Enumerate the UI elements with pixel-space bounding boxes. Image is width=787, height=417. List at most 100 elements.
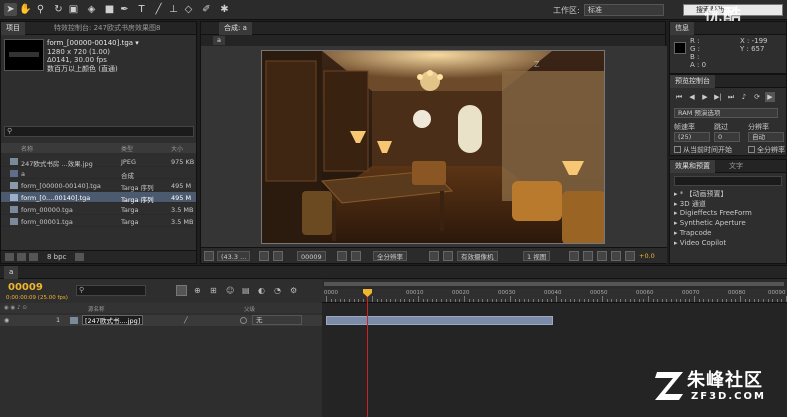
playhead-line[interactable] [367,289,368,417]
current-timecode[interactable]: 00009 [8,282,43,293]
work-area-range[interactable] [324,282,784,286]
effects-item[interactable]: ▸ Trapcode [674,229,712,237]
magnification-select[interactable]: (43.3 ... [217,251,251,261]
list-item[interactable]: 247欧式书房 ...效果.jpg JPEG 975 KB [1,156,196,168]
show-snapshot-icon[interactable] [351,251,361,261]
list-item-selected[interactable]: form_[0....00140].tga Targa 序列 495 M [1,192,196,204]
list-item[interactable]: form_[00000-00140].tga Targa 序列 495 M [1,180,196,192]
list-item[interactable]: a 合成 [1,168,196,180]
work-area-bar[interactable] [322,279,787,289]
layer-switch-icon[interactable]: ╱ [184,317,188,324]
new-composition-icon[interactable] [29,253,38,261]
frame-blending-icon[interactable]: ▤ [242,286,252,296]
workspace-select[interactable]: 标准 [584,4,664,16]
parent-select[interactable]: 无 [252,315,302,325]
live-update-icon[interactable]: ⊕ [194,286,204,296]
brainstorm-icon[interactable]: ⚙ [290,286,300,296]
ram-preview-options-select[interactable]: RAM 预演选项 [674,108,778,118]
col-type[interactable]: 类型 [121,144,133,153]
pen-tool-icon[interactable]: ✒ [118,3,131,16]
time-ruler[interactable]: 0000 00010 00020 00030 00040 00050 00060… [322,289,787,303]
hand-tool-icon[interactable]: ✋ [19,3,32,16]
reset-exposure-icon[interactable] [625,251,635,261]
composition-render[interactable]: Z [261,50,605,244]
parent-pickwhip-icon[interactable] [240,317,247,324]
brush-tool-icon[interactable]: ╱ [152,3,165,16]
tab-project[interactable]: 项目 [1,22,25,35]
table-row[interactable]: ◉ 1 [247欧式书....jpg] ╱ 无 [0,315,322,326]
tab-preview[interactable]: 预览控制台 [670,75,715,88]
tab-composition[interactable]: 合成: a [219,22,252,35]
viewer-area[interactable]: Z [201,46,667,247]
eraser-tool-icon[interactable]: ◇ [182,3,195,16]
rectangle-mask-tool-icon[interactable]: ■ [103,3,116,16]
region-of-interest-icon[interactable] [429,251,439,261]
selected-item-name[interactable]: form_[00000-00140].tga ▾ [47,39,139,47]
resolution-select[interactable]: 自动 [748,132,784,142]
col-source-name[interactable]: 源名称 [88,305,105,313]
roto-brush-tool-icon[interactable]: ✐ [200,3,213,16]
loop-icon[interactable]: ⟳ [752,92,762,102]
timeline-search-input[interactable]: ⚲ [76,285,146,296]
toggle-pixel-aspect-icon[interactable] [569,251,579,261]
exposure-value[interactable]: +0.0 [639,252,655,260]
current-time-field[interactable]: 00009 [297,251,326,261]
pan-behind-tool-icon[interactable]: ◈ [85,3,98,16]
play-icon[interactable]: ▶ [700,92,710,102]
interpret-footage-icon[interactable] [5,253,14,261]
text-tool-icon[interactable]: T [135,3,148,16]
ram-preview-icon[interactable]: ▶ [765,92,775,102]
list-item[interactable]: form_00001.tga Targa 3.5 MB [1,216,196,227]
effects-search-input[interactable] [674,176,782,186]
effects-item[interactable]: ▸ Video Copilot [674,239,726,247]
bit-depth-button[interactable]: 8 bpc [47,253,66,261]
clone-stamp-tool-icon[interactable]: ⊥ [167,3,180,16]
layer-name[interactable]: [247欧式书....jpg] [82,315,144,325]
motion-blur-icon[interactable]: ◐ [258,286,268,296]
effects-item[interactable]: ▸ 3D 通道 [674,199,706,209]
next-frame-icon[interactable]: ▶| [713,92,723,102]
list-item[interactable]: form_00000.tga Targa 3.5 MB [1,204,196,215]
tab-character[interactable]: 文字 [724,160,748,173]
comp-mini-flowchart-icon[interactable] [176,285,187,296]
selection-tool-icon[interactable]: ➤ [4,3,17,16]
snapshot-icon[interactable] [337,251,347,261]
puppet-pin-tool-icon[interactable]: ✱ [218,3,231,16]
project-search-input[interactable]: ⚲ [4,126,194,137]
camera-tool-icon[interactable]: ▣ [67,3,80,16]
grid-guides-icon[interactable] [259,251,269,261]
audio-icon[interactable]: ♪ [739,92,749,102]
comp-flowchart-tab[interactable]: a [213,36,225,45]
frame-rate-select[interactable]: (25) [674,132,710,142]
full-screen-checkbox[interactable] [748,146,755,153]
effects-item[interactable]: ▸ Digieffects FreeForm [674,209,752,217]
zoom-tool-icon[interactable]: ⚲ [34,3,47,16]
rotate-tool-icon[interactable]: ↻ [52,3,65,16]
effects-item[interactable]: ▸ * 【动画预置】 [674,189,727,199]
tab-effects-presets[interactable]: 效果和预置 [670,160,715,173]
effects-item[interactable]: ▸ Synthetic Aperture [674,219,746,227]
col-size[interactable]: 大小 [171,144,183,153]
transparency-grid-icon[interactable] [443,251,453,261]
fast-previews-icon[interactable] [583,251,593,261]
trash-icon[interactable] [75,253,84,261]
flowchart-icon[interactable] [611,251,621,261]
skip-field[interactable]: 0 [714,132,740,142]
tab-info[interactable]: 信息 [670,22,694,35]
tab-effect-controls[interactable]: 特效控制台: 247欧式书房效果图8 [49,22,165,35]
graph-editor-icon[interactable]: ◔ [274,286,284,296]
previous-frame-icon[interactable]: ◀ [687,92,697,102]
col-name[interactable]: 名称 [21,144,33,153]
new-folder-icon[interactable] [17,253,26,261]
mask-visibility-icon[interactable] [273,251,283,261]
layer-duration-bar[interactable] [326,316,553,325]
last-frame-icon[interactable]: ⏭ [726,92,736,102]
always-preview-icon[interactable] [204,251,214,261]
view-layout-select[interactable]: 1 视图 [523,251,551,261]
first-frame-icon[interactable]: ⏮ [674,92,684,102]
from-current-checkbox[interactable] [674,146,681,153]
eye-icon[interactable]: ◉ [4,317,11,324]
tab-timeline-comp[interactable]: a [4,266,19,279]
draft-3d-icon[interactable]: ⊞ [210,286,220,296]
resolution-select[interactable]: 全分辨率 [373,251,407,261]
